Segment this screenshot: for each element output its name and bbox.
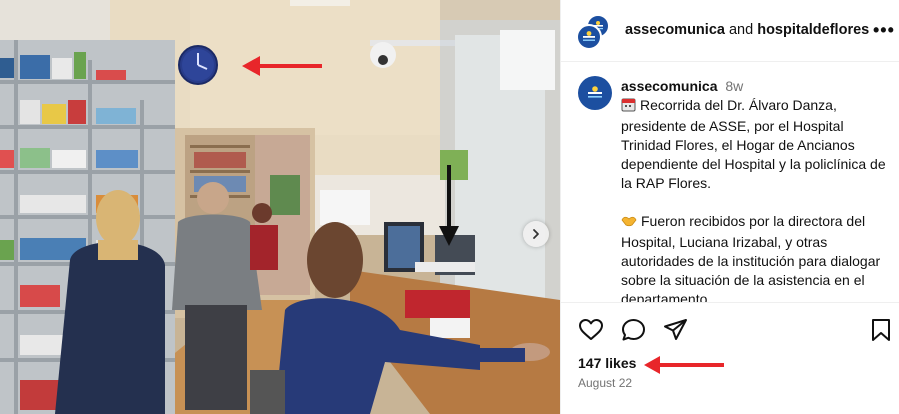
comment-icon — [622, 319, 645, 341]
avatar-assecomunica[interactable] — [576, 24, 602, 50]
annotation-arrow — [644, 356, 724, 374]
caption-username[interactable]: assecomunica — [621, 78, 718, 94]
post-date[interactable]: August 22 — [578, 376, 632, 390]
caption-paragraph-2-text: Fueron recibidos por la directora del Ho… — [621, 213, 881, 303]
like-button[interactable] — [578, 318, 604, 347]
caption-avatar[interactable] — [578, 76, 612, 110]
share-button[interactable] — [663, 318, 689, 347]
caption-paragraph-2: Fueron recibidos por la directora del Ho… — [621, 212, 893, 303]
caption-text: Recorrida del Dr. Álvaro Danza, presiden… — [621, 96, 893, 303]
chevron-right-icon — [533, 229, 539, 239]
post-header: assecomunica and hospitaldeflores ••• — [561, 0, 899, 62]
calendar-icon — [621, 97, 636, 117]
share-icon — [664, 319, 687, 340]
asse-logo-icon — [583, 31, 595, 41]
caption-section: assecomunica 8w Recorrida del Dr. Álvaro… — [561, 63, 899, 303]
likes-count[interactable]: 147 likes — [578, 355, 636, 371]
post-time-ago[interactable]: 8w — [725, 78, 743, 94]
account-link-hospitaldeflores[interactable]: hospitaldeflores — [757, 22, 869, 38]
pharmacy-scene-image — [0, 0, 560, 414]
next-image-button[interactable] — [523, 221, 549, 247]
account-link-assecomunica[interactable]: assecomunica — [625, 22, 725, 38]
save-button[interactable] — [870, 318, 892, 347]
bookmark-icon — [872, 319, 890, 341]
asse-logo-icon — [588, 86, 602, 98]
collab-avatars[interactable] — [576, 14, 612, 50]
handshake-icon — [621, 213, 637, 233]
caption-paragraph-1-text: Recorrida del Dr. Álvaro Danza, presiden… — [621, 97, 886, 191]
more-options-button[interactable]: ••• — [873, 21, 895, 39]
post-accounts: assecomunica and hospitaldeflores — [625, 22, 869, 38]
caption-paragraph-1: Recorrida del Dr. Álvaro Danza, presiden… — [621, 96, 893, 193]
post-photo[interactable] — [0, 0, 560, 414]
caption-header: assecomunica 8w — [621, 78, 743, 94]
heart-icon — [579, 319, 603, 340]
connector-text: and — [728, 22, 754, 38]
comment-button[interactable] — [621, 318, 647, 347]
action-bar — [561, 318, 899, 348]
